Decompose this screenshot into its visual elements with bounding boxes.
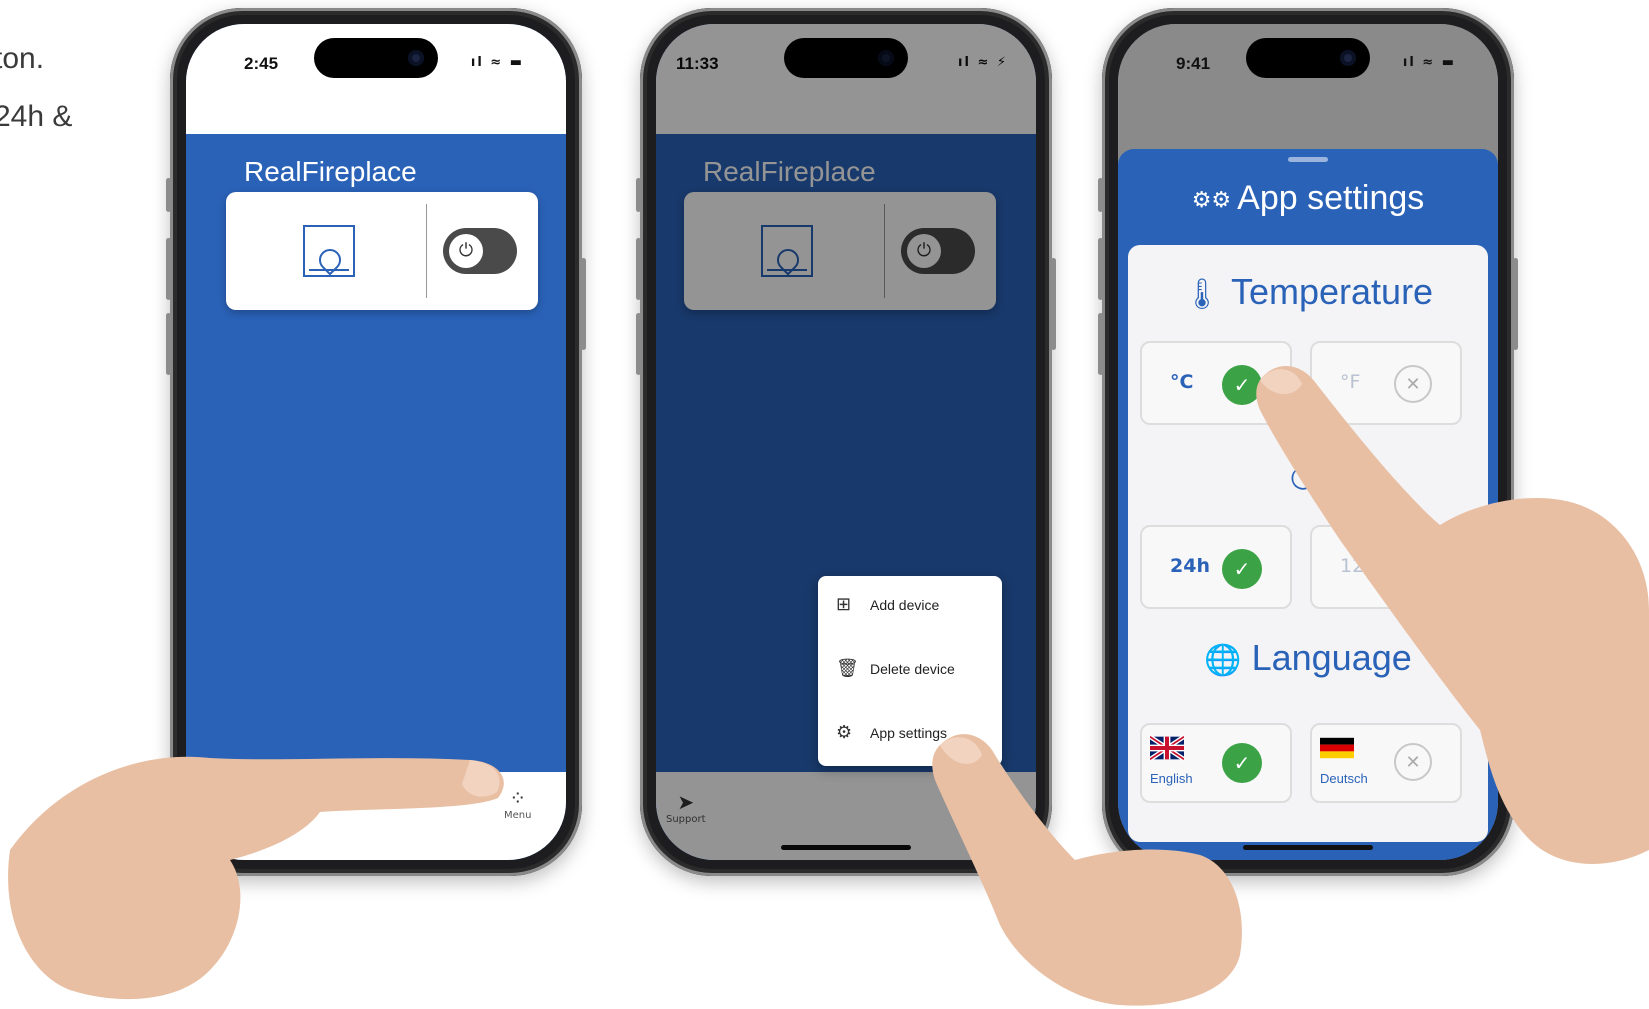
instruction-line-2: 24h &: [0, 100, 73, 133]
power-icon: ⏻: [449, 234, 483, 268]
status-icons: ıl ≈ ▬: [470, 55, 524, 70]
trash-icon: 🗑: [836, 658, 859, 678]
menu-item-delete-device[interactable]: 🗑 Delete device: [836, 658, 955, 688]
device-card[interactable]: ⏻: [226, 192, 538, 310]
pointing-hand-2: [932, 734, 1242, 1006]
status-time: 9:41: [1176, 54, 1211, 73]
sheet-title: ⚙⚙ App settings: [1191, 179, 1425, 217]
globe-icon: 🌐: [1204, 643, 1242, 677]
status-time: 2:45: [244, 54, 279, 73]
status-bar: 2:45 ıl ≈ ▬: [186, 24, 566, 134]
card-divider: [426, 204, 427, 298]
menu-item-add-device[interactable]: ⊞ Add device: [836, 594, 939, 624]
instruction-line-1: ton.: [0, 42, 45, 75]
temperature-heading: 🌡 Temperature: [1182, 271, 1434, 312]
gear-icon: ⚙: [836, 722, 853, 742]
pointing-hand-1: [8, 756, 504, 1000]
gears-icon: ⚙⚙: [1191, 187, 1232, 213]
dynamic-island: [1246, 38, 1370, 78]
plus-square-icon: ⊞: [836, 594, 852, 614]
status-bar: 9:41 ıl ≈ ▬: [1118, 24, 1498, 134]
fireplace-icon[interactable]: [303, 225, 355, 277]
thermometer-icon: 🌡: [1182, 277, 1221, 311]
status-icons: ıl ≈ ▬: [1402, 55, 1456, 70]
instruction-text: ton. 24h &: [0, 30, 72, 146]
dynamic-island: [314, 38, 438, 78]
app-title: RealFireplace: [244, 156, 417, 187]
screen: 2:45 ıl ≈ ▬ RealFireplace ⏻ ➤ ⁘: [186, 24, 566, 860]
sheet-grabber[interactable]: [1288, 157, 1328, 162]
power-toggle[interactable]: ⏻: [443, 228, 517, 274]
pointing-hand-3: [1256, 365, 1649, 864]
